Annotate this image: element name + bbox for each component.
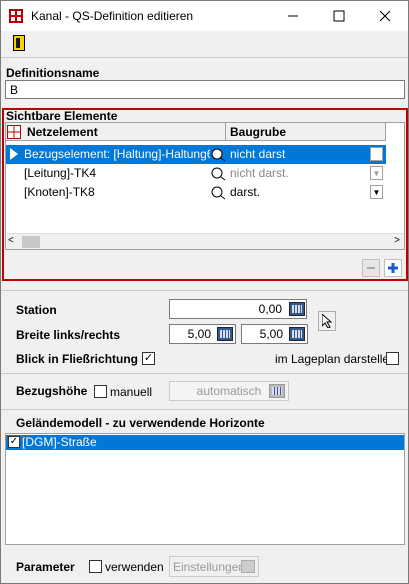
add-row-button[interactable] — [384, 259, 402, 277]
window-title: Kanal - QS-Definition editieren — [31, 9, 194, 23]
cell-netzelement: [Leitung]-TK4 — [24, 166, 97, 180]
horizontal-scrollbar[interactable]: < > — [6, 233, 404, 249]
scroll-thumb[interactable] — [22, 236, 40, 248]
close-button[interactable] — [362, 1, 408, 31]
toolbar — [1, 31, 408, 55]
scroll-right-icon[interactable]: > — [394, 235, 400, 246]
column-header-netzelement[interactable]: Netzelement — [23, 123, 226, 141]
plus-icon — [388, 263, 398, 273]
column-header-baugrube[interactable]: Baugrube — [226, 123, 386, 141]
grid-header: Netzelement Baugrube — [6, 123, 386, 141]
parameter-label: Parameter — [16, 560, 75, 574]
minus-icon — [367, 267, 375, 269]
calculator-icon[interactable] — [269, 384, 285, 398]
table-row[interactable]: [Knoten]-TK8 darst. ▼ — [6, 183, 386, 202]
minimize-button[interactable] — [270, 1, 316, 31]
divider — [1, 57, 408, 58]
list-item[interactable]: ✓ [DGM]-Straße — [6, 435, 404, 450]
maximize-button[interactable] — [316, 1, 362, 31]
cell-baugrube: darst. — [230, 185, 261, 199]
blick-label: Blick in Fließrichtung — [16, 352, 139, 366]
scroll-left-icon[interactable]: < — [8, 235, 14, 246]
minimize-icon — [288, 15, 298, 17]
divider — [1, 290, 408, 291]
dialog-window: Kanal - QS-Definition editieren Definiti… — [0, 0, 409, 584]
cell-netzelement: Bezugselement: [Haltung]-Haltung6 — [24, 147, 210, 161]
pick-point-button[interactable] — [318, 311, 336, 331]
cell-baugrube: nicht darst. — [230, 166, 289, 180]
cell-netzelement: [Knoten]-TK8 — [24, 185, 95, 199]
horizon-checkbox[interactable]: ✓ — [8, 436, 20, 448]
calculator-icon[interactable] — [217, 327, 233, 341]
chevron-down-icon[interactable]: ▼ — [370, 166, 383, 180]
einstellungen-button[interactable]: Einstellungen — [169, 556, 259, 577]
manuell-label: manuell — [110, 385, 153, 399]
cursor-arrow-icon — [322, 314, 332, 328]
app-icon — [9, 9, 23, 23]
divider — [1, 409, 408, 410]
divider — [1, 373, 408, 374]
chevron-down-icon[interactable]: ▼ — [370, 185, 383, 199]
breite-label: Breite links/rechts — [16, 328, 121, 342]
grid-menu-icon[interactable] — [7, 125, 21, 139]
visible-elements-label: Sichtbare Elemente — [6, 109, 118, 123]
verwenden-label: verwenden — [105, 560, 164, 574]
blick-checkbox[interactable]: ✓ — [142, 352, 155, 365]
calculator-icon[interactable] — [289, 327, 305, 341]
title-bar: Kanal - QS-Definition editieren — [1, 1, 408, 31]
einstellungen-label: Einstellungen — [173, 559, 246, 574]
horizons-list: ✓ [DGM]-Straße — [5, 433, 405, 545]
calculator-icon[interactable] — [289, 302, 305, 316]
elements-grid: Netzelement Baugrube Bezugselement: [Hal… — [5, 122, 405, 250]
definition-name-input[interactable]: B — [5, 80, 405, 99]
lageplan-checkbox[interactable] — [386, 352, 399, 365]
horizon-label: [DGM]-Straße — [22, 435, 97, 449]
exit-door-icon[interactable] — [13, 35, 25, 51]
manuell-checkbox[interactable] — [94, 385, 107, 398]
table-row[interactable]: Bezugselement: [Haltung]-Haltung6 nicht … — [6, 145, 386, 164]
close-icon — [379, 10, 391, 22]
definition-label: Definitionsname — [6, 66, 100, 80]
lookup-icon[interactable] — [210, 147, 226, 162]
lageplan-label: im Lageplan darstellen — [275, 352, 396, 366]
gelaende-label: Geländemodell - zu verwendende Horizonte — [16, 416, 265, 430]
lookup-icon[interactable] — [210, 166, 226, 181]
station-input[interactable]: 0,00 — [169, 299, 307, 319]
remove-row-button[interactable] — [362, 259, 380, 277]
row-pointer-icon — [10, 148, 18, 160]
bezugshoehe-label: Bezugshöhe — [16, 384, 88, 398]
maximize-icon — [333, 10, 345, 22]
station-label: Station — [16, 303, 57, 317]
chevron-down-icon[interactable]: ▼ — [370, 147, 383, 161]
lookup-icon[interactable] — [210, 185, 226, 200]
settings-icon — [241, 560, 255, 573]
cell-baugrube: nicht darst — [230, 147, 286, 161]
table-row[interactable]: [Leitung]-TK4 nicht darst. ▼ — [6, 164, 386, 183]
parameter-checkbox[interactable] — [89, 560, 102, 573]
